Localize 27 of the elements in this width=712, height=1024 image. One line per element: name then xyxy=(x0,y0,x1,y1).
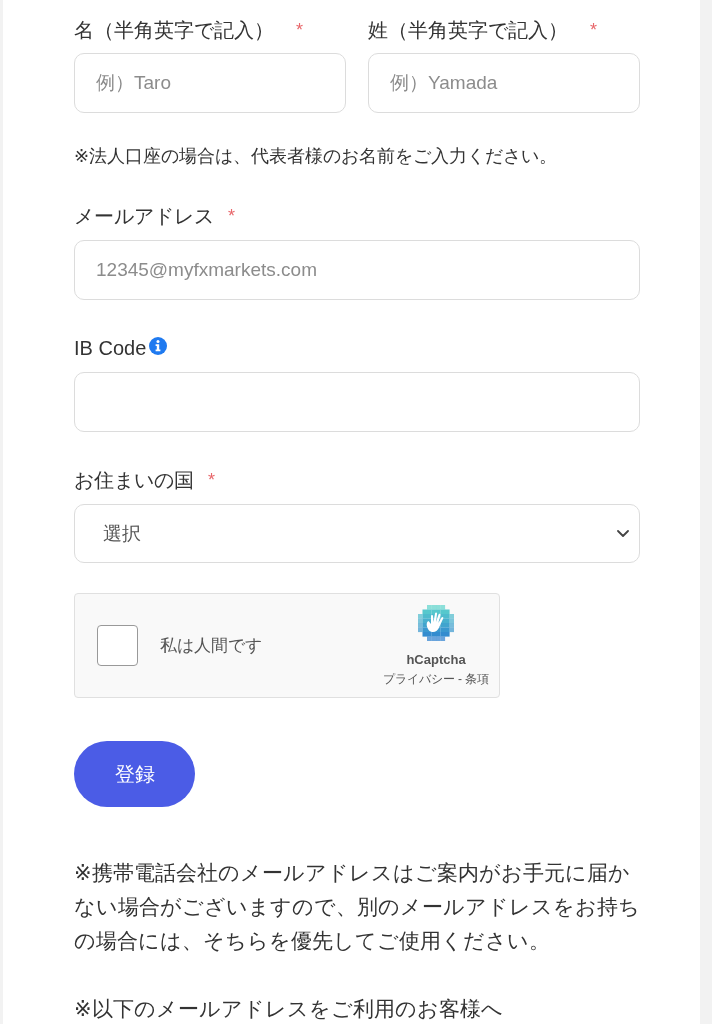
required-mark: * xyxy=(296,19,303,42)
info-icon[interactable] xyxy=(149,337,168,355)
input-field[interactable]: 12345@myfxmarkets.com xyxy=(74,240,640,300)
captcha-checkbox[interactable] xyxy=(97,625,138,666)
register-button[interactable]: 登録 xyxy=(74,741,195,807)
notice-text: ※以下のメールアドレスをご利用のお客様へ xyxy=(74,996,504,1022)
select-field[interactable]: 選択 xyxy=(74,504,640,563)
field-label: 名（半角英字で記入） xyxy=(74,18,274,42)
required-mark: * xyxy=(228,205,235,228)
required-mark: * xyxy=(208,469,215,492)
captcha-label: 私は人間です xyxy=(160,635,263,657)
link-separator: - xyxy=(458,670,462,687)
field-label: メールアドレス xyxy=(74,204,214,228)
field-label: 姓（半角英字で記入） xyxy=(368,18,568,42)
field-label: IB Code xyxy=(74,336,147,360)
hand-logo-icon xyxy=(418,604,454,641)
input-field[interactable] xyxy=(74,372,640,432)
required-mark: * xyxy=(590,19,597,42)
note-text: ※法人口座の場合は、代表者様のお名前をご入力ください。 xyxy=(74,145,559,168)
captcha-brand-text: hCaptcha xyxy=(406,651,466,668)
field-label: お住まいの国 xyxy=(74,468,194,492)
captcha-link[interactable]: プライバシー xyxy=(383,670,455,687)
notice-text: ※携帯電話会社のメールアドレスはご案内がお手元に届かない場合がございますので、別のメールアドレスをお持ちの場合には、そちらを優先してご使用ください。 xyxy=(74,860,640,954)
input-field[interactable]: 例）Yamada xyxy=(368,53,640,113)
captcha-link[interactable]: 条項 xyxy=(465,670,489,687)
input-field[interactable]: 例）Taro xyxy=(74,53,346,113)
chevron-down-icon xyxy=(617,529,629,538)
